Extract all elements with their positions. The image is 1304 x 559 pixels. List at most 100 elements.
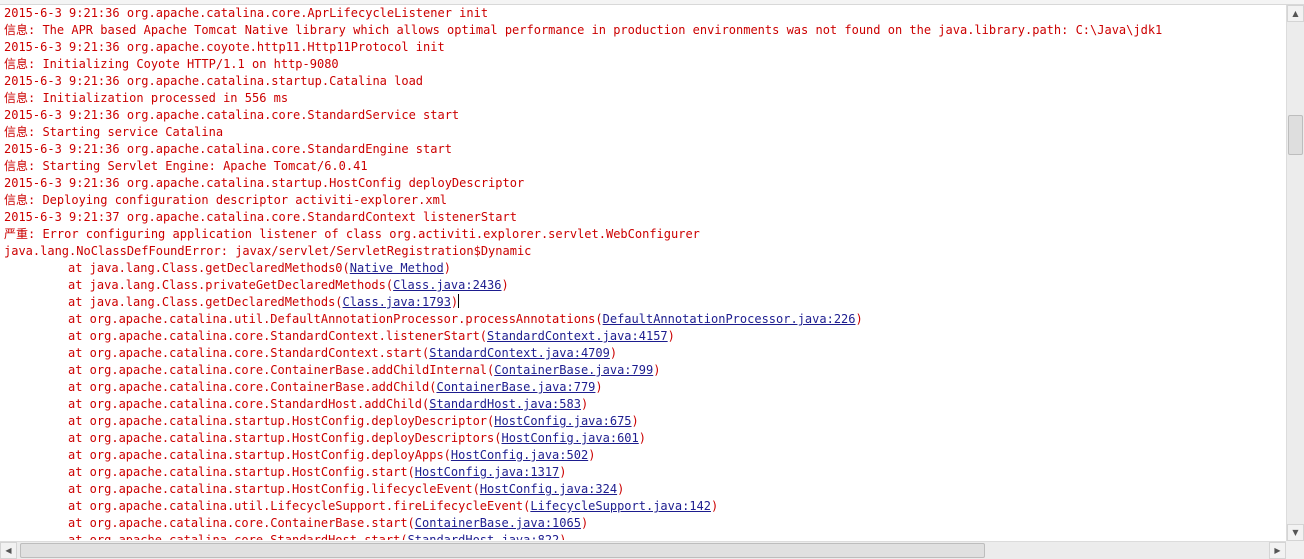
stack-trace-line: at org.apache.catalina.core.ContainerBas…: [4, 515, 1284, 532]
log-text: at org.apache.catalina.core.ContainerBas…: [68, 363, 495, 377]
log-text-suffix: ): [588, 448, 596, 462]
log-line: 信息: Deploying configuration descriptor a…: [4, 192, 1284, 209]
vertical-scroll-thumb[interactable]: [1288, 115, 1303, 155]
stack-trace-line: at org.apache.catalina.core.StandardHost…: [4, 532, 1284, 540]
log-line: 2015-6-3 9:21:36 org.apache.catalina.cor…: [4, 107, 1284, 124]
scroll-left-button[interactable]: ◀: [0, 542, 17, 559]
stack-trace-line: at org.apache.catalina.util.LifecycleSup…: [4, 498, 1284, 515]
source-link[interactable]: StandardHost.java:822: [408, 533, 560, 540]
log-line: 2015-6-3 9:21:37 org.apache.catalina.cor…: [4, 209, 1284, 226]
left-arrow-icon: ◀: [5, 546, 12, 555]
log-text-suffix: ): [631, 414, 639, 428]
log-text-suffix: ): [638, 431, 646, 445]
source-link[interactable]: HostConfig.java:601: [501, 431, 638, 445]
horizontal-scroll-thumb[interactable]: [20, 543, 985, 558]
log-text: at org.apache.catalina.core.StandardCont…: [68, 346, 430, 360]
console-view[interactable]: 2015-6-3 9:21:36 org.apache.catalina.cor…: [0, 0, 1304, 559]
log-text: 2015-6-3 9:21:36 org.apache.catalina.cor…: [4, 6, 489, 20]
source-link[interactable]: HostConfig.java:502: [451, 448, 588, 462]
stack-trace-line: at org.apache.catalina.util.DefaultAnnot…: [4, 311, 1284, 328]
log-text: 2015-6-3 9:21:36 org.apache.catalina.cor…: [4, 142, 452, 156]
source-link[interactable]: StandardContext.java:4709: [429, 346, 610, 360]
stack-trace-line: at java.lang.Class.getDeclaredMethods0(N…: [4, 260, 1284, 277]
log-text-suffix: ): [450, 295, 459, 309]
log-text: 信息: Deploying configuration descriptor a…: [4, 193, 448, 207]
log-text-suffix: ): [855, 312, 863, 326]
source-link[interactable]: StandardContext.java:4157: [487, 329, 668, 343]
source-link[interactable]: HostConfig.java:1317: [415, 465, 560, 479]
log-line: 2015-6-3 9:21:36 org.apache.coyote.http1…: [4, 39, 1284, 56]
stack-trace-line: at org.apache.catalina.startup.HostConfi…: [4, 447, 1284, 464]
stack-trace-line: at org.apache.catalina.core.ContainerBas…: [4, 362, 1284, 379]
source-link[interactable]: Class.java:2436: [393, 278, 501, 292]
source-link[interactable]: StandardHost.java:583: [429, 397, 581, 411]
log-text: at org.apache.catalina.startup.HostConfi…: [68, 431, 502, 445]
source-link[interactable]: Native Method: [350, 261, 444, 275]
stack-trace-line: at java.lang.Class.privateGetDeclaredMet…: [4, 277, 1284, 294]
source-link[interactable]: Class.java:1793: [343, 295, 451, 309]
log-text: 信息: Initializing Coyote HTTP/1.1 on http…: [4, 57, 339, 71]
stack-trace-line: at org.apache.catalina.core.StandardHost…: [4, 396, 1284, 413]
log-line: 2015-6-3 9:21:36 org.apache.catalina.sta…: [4, 73, 1284, 90]
right-arrow-icon: ▶: [1274, 546, 1281, 555]
log-line: 2015-6-3 9:21:36 org.apache.catalina.sta…: [4, 175, 1284, 192]
log-text: 2015-6-3 9:21:36 org.apache.coyote.http1…: [4, 40, 445, 54]
stack-trace-line: at org.apache.catalina.startup.HostConfi…: [4, 481, 1284, 498]
vertical-scrollbar[interactable]: ▲ ▼: [1286, 5, 1304, 541]
log-text: at org.apache.catalina.core.StandardHost…: [68, 397, 430, 411]
log-text: at org.apache.catalina.core.StandardHost…: [68, 533, 408, 540]
log-text: at org.apache.catalina.startup.HostConfi…: [68, 414, 495, 428]
log-text: at java.lang.Class.privateGetDeclaredMet…: [68, 278, 394, 292]
stack-trace-line: at org.apache.catalina.startup.HostConfi…: [4, 413, 1284, 430]
horizontal-scrollbar[interactable]: ◀ ▶: [0, 541, 1286, 559]
log-text-suffix: ): [617, 482, 625, 496]
stack-trace-line: at org.apache.catalina.core.ContainerBas…: [4, 379, 1284, 396]
log-line: 信息: The APR based Apache Tomcat Native l…: [4, 22, 1284, 39]
log-text-suffix: ): [580, 397, 589, 411]
log-text: java.lang.NoClassDefFoundError: javax/se…: [4, 244, 532, 258]
log-text: at java.lang.Class.getDeclaredMethods(: [68, 295, 343, 309]
text-cursor: [458, 294, 460, 308]
source-link[interactable]: HostConfig.java:324: [480, 482, 617, 496]
log-line: 信息: Initializing Coyote HTTP/1.1 on http…: [4, 56, 1284, 73]
log-text: at org.apache.catalina.util.DefaultAnnot…: [68, 312, 603, 326]
log-text: at org.apache.catalina.core.ContainerBas…: [68, 516, 415, 530]
log-text: 信息: The APR based Apache Tomcat Native l…: [4, 23, 1163, 37]
log-text: at java.lang.Class.getDeclaredMethods0(: [68, 261, 350, 275]
stack-trace-line: at org.apache.catalina.startup.HostConfi…: [4, 430, 1284, 447]
source-link[interactable]: DefaultAnnotationProcessor.java:226: [603, 312, 856, 326]
scrollbar-corner: [1286, 541, 1304, 559]
scroll-right-button[interactable]: ▶: [1269, 542, 1286, 559]
log-line: 信息: Initialization processed in 556 ms: [4, 90, 1284, 107]
log-text-suffix: ): [609, 346, 618, 360]
log-text: at org.apache.catalina.core.StandardCont…: [68, 329, 488, 343]
source-link[interactable]: ContainerBase.java:779: [436, 380, 595, 394]
log-text: 信息: Starting service Catalina: [4, 125, 224, 139]
console-output[interactable]: 2015-6-3 9:21:36 org.apache.catalina.cor…: [4, 5, 1284, 540]
log-line: 严重: Error configuring application listen…: [4, 226, 1284, 243]
log-text-suffix: ): [595, 380, 603, 394]
log-text: 2015-6-3 9:21:37 org.apache.catalina.cor…: [4, 210, 517, 224]
scroll-up-button[interactable]: ▲: [1287, 5, 1304, 22]
stack-trace-line: at org.apache.catalina.core.StandardCont…: [4, 328, 1284, 345]
log-text-suffix: ): [559, 533, 567, 540]
log-text-suffix: ): [559, 465, 567, 479]
source-link[interactable]: ContainerBase.java:799: [494, 363, 653, 377]
log-line: 信息: Starting service Catalina: [4, 124, 1284, 141]
log-text: at org.apache.catalina.startup.HostConfi…: [68, 465, 415, 479]
log-text: 2015-6-3 9:21:36 org.apache.catalina.cor…: [4, 108, 460, 122]
source-link[interactable]: ContainerBase.java:1065: [415, 516, 581, 530]
log-text: at org.apache.catalina.util.LifecycleSup…: [68, 499, 531, 513]
source-link[interactable]: HostConfig.java:675: [494, 414, 631, 428]
scroll-down-button[interactable]: ▼: [1287, 524, 1304, 541]
up-arrow-icon: ▲: [1292, 9, 1299, 18]
stack-trace-line: at org.apache.catalina.startup.HostConfi…: [4, 464, 1284, 481]
log-line: java.lang.NoClassDefFoundError: javax/se…: [4, 243, 1284, 260]
log-text: 信息: Initialization processed in 556 ms: [4, 91, 289, 105]
log-text-suffix: ): [501, 278, 509, 292]
source-link[interactable]: LifecycleSupport.java:142: [530, 499, 711, 513]
log-text-suffix: ): [667, 329, 675, 343]
log-line: 2015-6-3 9:21:36 org.apache.catalina.cor…: [4, 5, 1284, 22]
log-text-suffix: ): [711, 499, 719, 513]
log-text-suffix: ): [580, 516, 589, 530]
